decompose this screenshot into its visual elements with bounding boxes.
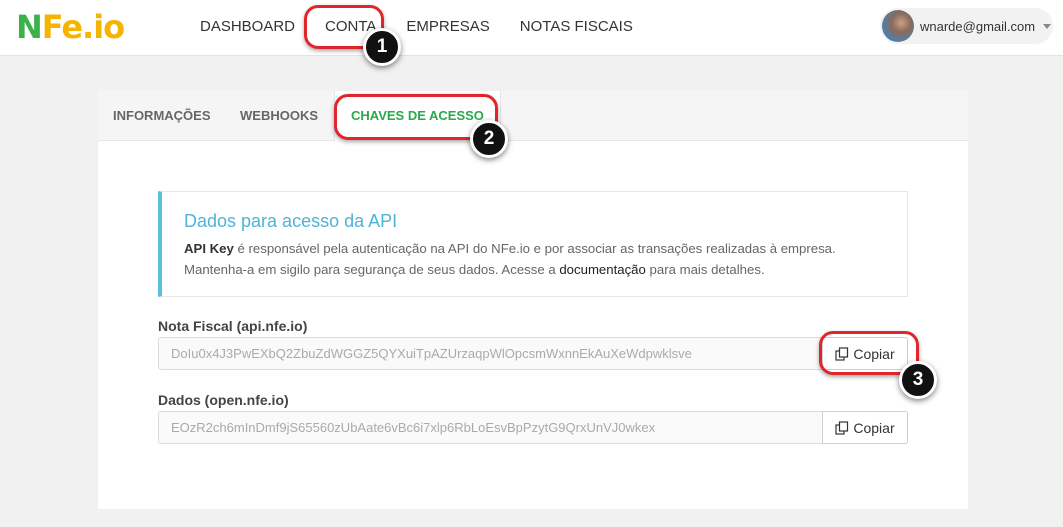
copy-button[interactable]: Copiar: [822, 411, 908, 444]
tab-informacoes[interactable]: INFORMAÇÕES: [113, 91, 211, 141]
info-text: API Key é responsável pela autenticação …: [184, 241, 836, 277]
nav-empresas[interactable]: EMPRESAS: [406, 18, 489, 35]
info-title: Dados para acesso da API: [184, 211, 398, 231]
field-label-nota-fiscal: Nota Fiscal (api.nfe.io): [158, 318, 308, 334]
step-badge-1: 1: [363, 28, 401, 66]
tab-webhooks[interactable]: WEBHOOKS: [240, 91, 318, 141]
api-info-panel: Dados para acesso da API API Key é respo…: [158, 191, 908, 297]
step-badge-2: 2: [470, 120, 508, 158]
documentation-link[interactable]: documentação: [559, 262, 646, 277]
copy-icon: [835, 420, 849, 435]
step-badge-3: 3: [899, 361, 937, 399]
nav-notas-fiscais[interactable]: NOTAS FISCAIS: [520, 18, 633, 35]
avatar: [882, 10, 914, 42]
top-navbar: NFe.io DASHBOARD CONTA EMPRESAS NOTAS FI…: [0, 0, 1063, 56]
api-key-value[interactable]: EOzR2ch6mInDmf9jS65560zUbAate6vBc6i7xlp6…: [171, 412, 811, 443]
nav-dashboard[interactable]: DASHBOARD: [200, 18, 295, 35]
main-nav: DASHBOARD CONTA EMPRESAS NOTAS FISCAIS: [200, 0, 663, 52]
tab-bar: INFORMAÇÕES WEBHOOKS CHAVES DE ACESSO: [98, 91, 968, 142]
account-card: INFORMAÇÕES WEBHOOKS CHAVES DE ACESSO Da…: [98, 91, 968, 509]
api-key-field-nota-fiscal[interactable]: DoIu0x4J3PwEXbQ2ZbuZdWGGZ5QYXuiTpAZUrzaq…: [158, 337, 908, 370]
chevron-down-icon: [1043, 23, 1052, 29]
field-label-dados: Dados (open.nfe.io): [158, 392, 289, 408]
user-menu[interactable]: wnarde@gmail.com: [880, 8, 1053, 44]
api-key-field-dados[interactable]: EOzR2ch6mInDmf9jS65560zUbAate6vBc6i7xlp6…: [158, 411, 908, 444]
api-key-value[interactable]: DoIu0x4J3PwEXbQ2ZbuZdWGGZ5QYXuiTpAZUrzaq…: [171, 338, 811, 369]
nfe-logo[interactable]: NFe.io: [16, 8, 125, 46]
user-email: wnarde@gmail.com: [920, 18, 1036, 34]
